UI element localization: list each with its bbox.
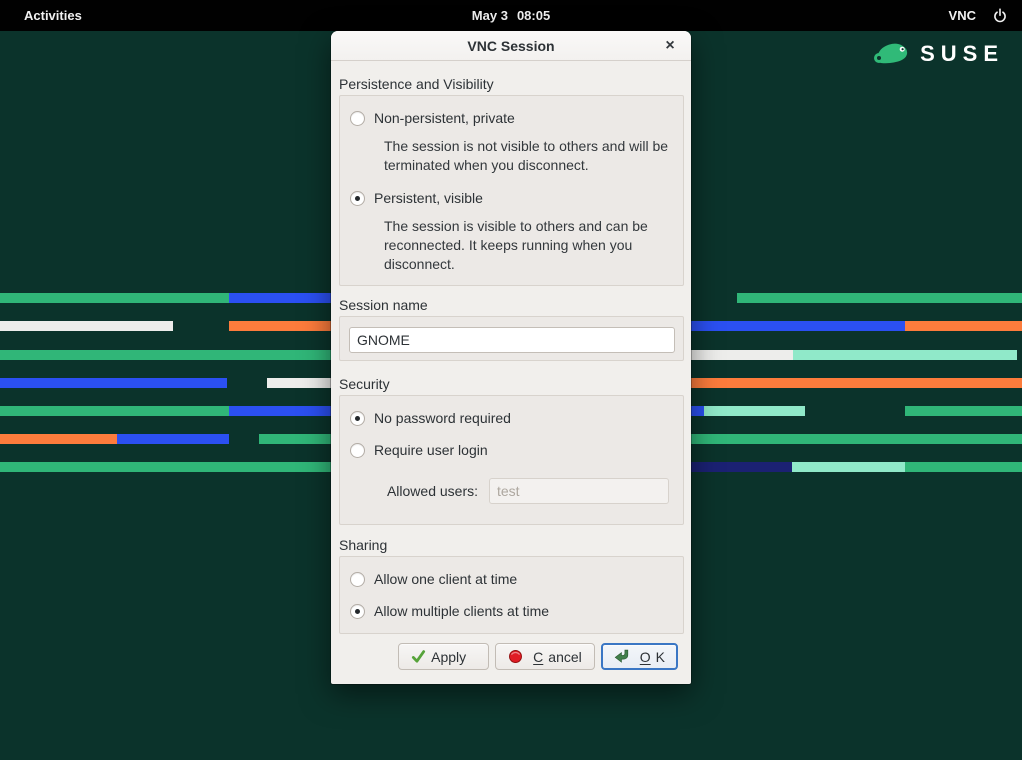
persistent-description: The session is visible to others and can…: [384, 217, 688, 274]
background-bar-segment: [0, 293, 229, 303]
dialog-title: VNC Session: [467, 38, 554, 54]
background-bar-segment: [792, 462, 905, 472]
check-icon: [411, 649, 426, 664]
background-bar-segment: [229, 321, 331, 331]
radio-label: Require user login: [374, 442, 488, 458]
radio-one-client[interactable]: Allow one client at time: [350, 569, 673, 589]
dialog-titlebar[interactable]: VNC Session ×: [331, 31, 691, 61]
background-bar-segment: [905, 406, 1022, 416]
background-bar-segment: [0, 350, 331, 360]
allowed-users-label: Allowed users:: [350, 483, 478, 499]
radio-circle-persistent[interactable]: [350, 191, 365, 206]
radio-label: Non-persistent, private: [374, 110, 515, 126]
background-bar-segment: [0, 434, 117, 444]
radio-circle-one-client[interactable]: [350, 572, 365, 587]
persistence-frame: Non-persistent, private The session is n…: [339, 95, 684, 286]
background-bar-segment: [691, 350, 793, 360]
radio-circle-non-persistent[interactable]: [350, 111, 365, 126]
close-icon[interactable]: ×: [659, 35, 681, 57]
radio-label: No password required: [374, 410, 511, 426]
apply-button[interactable]: Apply: [398, 643, 489, 670]
background-bar-segment: [691, 434, 1022, 444]
non-persistent-description: The session is not visible to others and…: [384, 137, 688, 175]
background-bar-segment: [0, 321, 173, 331]
session-name-section-label: Session name: [339, 296, 684, 316]
allowed-users-input[interactable]: [489, 478, 669, 504]
radio-persistent[interactable]: Persistent, visible: [350, 188, 673, 208]
security-section-label: Security: [339, 375, 684, 395]
background-bar-segment: [691, 378, 1022, 388]
background-bar-segment: [117, 434, 229, 444]
radio-label: Persistent, visible: [374, 190, 483, 206]
radio-label: Allow one client at time: [374, 571, 517, 587]
vnc-session-dialog: VNC Session × Persistence and Visibility…: [331, 31, 691, 684]
ok-button[interactable]: OK: [601, 643, 678, 670]
persistence-section-label: Persistence and Visibility: [339, 75, 684, 95]
background-bar-segment: [905, 462, 1022, 472]
background-bar-segment: [229, 406, 331, 416]
background-bar-segment: [229, 293, 331, 303]
sharing-section-label: Sharing: [339, 536, 684, 556]
radio-require-login[interactable]: Require user login: [350, 440, 673, 460]
background-bar-segment: [704, 406, 805, 416]
background-bar-segment: [259, 434, 331, 444]
sharing-frame: Allow one client at time Allow multiple …: [339, 556, 684, 634]
radio-label: Allow multiple clients at time: [374, 603, 549, 619]
background-bar-segment: [793, 350, 1017, 360]
background-bar-segment: [0, 378, 227, 388]
background-bar-segment: [691, 406, 704, 416]
background-bar-segment: [0, 462, 331, 472]
security-frame: No password required Require user login …: [339, 395, 684, 525]
radio-circle-no-password[interactable]: [350, 411, 365, 426]
radio-circle-multiple-clients[interactable]: [350, 604, 365, 619]
return-arrow-icon: [614, 649, 630, 664]
background-bar-segment: [0, 406, 229, 416]
session-name-input[interactable]: [349, 327, 675, 353]
radio-non-persistent[interactable]: Non-persistent, private: [350, 108, 673, 128]
background-bar-segment: [691, 321, 905, 331]
radio-multiple-clients[interactable]: Allow multiple clients at time: [350, 601, 673, 621]
background-bar-segment: [737, 293, 1022, 303]
cancel-button[interactable]: Cancel: [495, 643, 595, 670]
radio-no-password[interactable]: No password required: [350, 408, 673, 428]
stop-icon: [508, 649, 523, 664]
background-bar-segment: [905, 321, 1022, 331]
radio-circle-require-login[interactable]: [350, 443, 365, 458]
session-name-frame: [339, 316, 684, 361]
background-bar-segment: [267, 378, 331, 388]
background-bar-segment: [691, 462, 792, 472]
